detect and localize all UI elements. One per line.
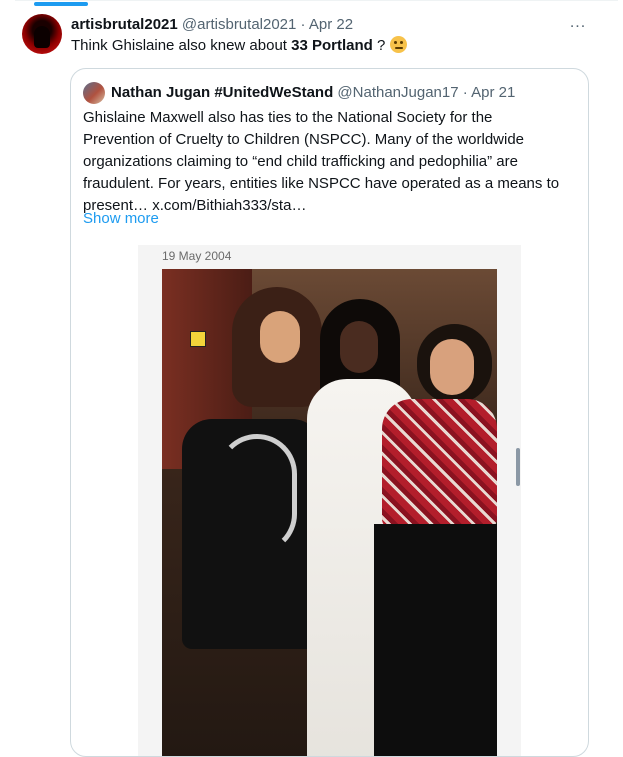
dot-separator: · [462,84,468,101]
thinking-face-icon [389,36,407,53]
author-handle[interactable]: @artisbrutal2021 [182,16,296,33]
photo-figure-center [340,321,378,373]
quoted-avatar[interactable] [83,82,105,104]
quoted-text-line: fraudulent. For years, entities like NSP… [83,175,560,192]
photo [162,269,497,756]
tweet-text-before: Think Ghislaine also knew about [71,37,292,54]
tweet-header: artisbrutal2021 @artisbrutal2021 · Apr 2… [71,15,353,35]
active-indicator [34,2,88,6]
photo-figure-right [374,524,497,756]
quoted-media[interactable]: 19 May 2004 [138,245,521,756]
quoted-tweet-card[interactable]: Nathan Jugan #UnitedWeStand @NathanJugan… [70,68,589,757]
photo-figure-left [217,434,297,554]
photo-figure-right [382,399,497,529]
quoted-text-line: Ghislaine Maxwell also has ties to the N… [83,109,493,126]
author-name[interactable]: artisbrutal2021 [71,16,178,33]
photo-figure-right [430,339,474,395]
scrollbar-thumb[interactable] [516,448,520,486]
tweet-text-after: ? [372,37,386,54]
avatar[interactable] [22,14,62,54]
quoted-author-name[interactable]: Nathan Jugan #UnitedWeStand [111,84,333,101]
quoted-tweet-date[interactable]: Apr 21 [471,84,515,101]
dot-separator: · [300,16,306,33]
tweet-text-bold: 33 Portland [291,37,373,54]
tweet-date[interactable]: Apr 22 [309,16,353,33]
quoted-text-line: organizations claiming to “end child tra… [83,153,518,170]
tweet-text: Think Ghislaine also knew about 33 Portl… [71,36,407,56]
quoted-text-line: Prevention of Cruelty to Children (NSPCC… [83,131,525,148]
photo-sign [190,331,206,347]
show-more-link[interactable]: Show more [83,209,159,229]
quoted-tweet-header: Nathan Jugan #UnitedWeStand @NathanJugan… [111,83,515,103]
top-divider [15,0,618,1]
media-caption: 19 May 2004 [162,249,232,263]
more-options-icon[interactable]: ... [565,12,591,34]
quoted-author-handle[interactable]: @NathanJugan17 [337,84,458,101]
quoted-tweet-text: Ghislaine Maxwell also has ties to the N… [83,107,575,217]
photo-figure-left [260,311,300,363]
